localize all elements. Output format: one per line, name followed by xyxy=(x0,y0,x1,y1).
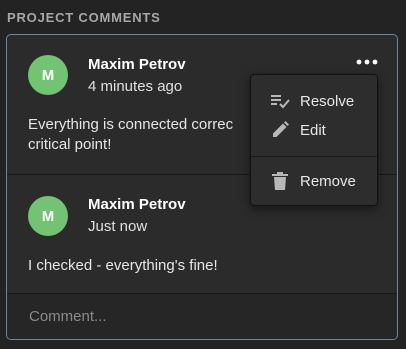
more-options-button[interactable] xyxy=(355,53,379,69)
menu-item-edit[interactable]: Edit xyxy=(251,116,377,144)
comment-time: Just now xyxy=(88,218,148,235)
comment-input-area xyxy=(7,294,397,339)
menu-item-label: Remove xyxy=(300,172,356,190)
section-title: PROJECT COMMENTS xyxy=(7,10,161,25)
menu-divider xyxy=(251,156,377,157)
comment-time: 4 minutes ago xyxy=(88,78,183,95)
menu-item-label: Resolve xyxy=(300,92,355,110)
comment-author: Maxim Petrov xyxy=(88,56,186,73)
menu-item-remove[interactable]: Remove xyxy=(251,167,377,195)
trash-icon xyxy=(269,170,291,192)
menu-item-resolve[interactable]: Resolve xyxy=(251,87,377,115)
resolve-icon xyxy=(269,90,291,112)
avatar: M xyxy=(28,55,68,95)
pencil-icon xyxy=(269,119,291,141)
comment-text: I checked - everything's fine! xyxy=(28,257,218,274)
comment-input[interactable] xyxy=(27,304,371,328)
avatar: M xyxy=(28,196,68,236)
comment-context-menu: Resolve Edit Remove xyxy=(250,74,378,206)
menu-item-label: Edit xyxy=(300,121,326,139)
comment-author: Maxim Petrov xyxy=(88,196,186,213)
more-horizontal-icon xyxy=(356,52,378,70)
